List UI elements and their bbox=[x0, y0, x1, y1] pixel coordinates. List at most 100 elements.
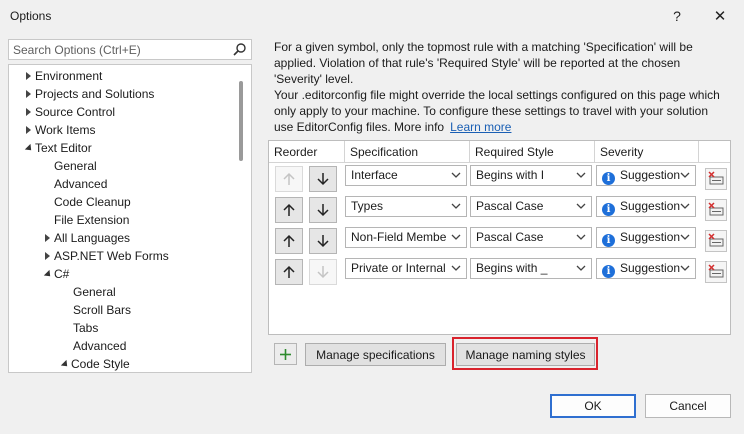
severity-combo[interactable]: i Suggestion bbox=[596, 258, 696, 279]
expand-right-icon[interactable] bbox=[23, 103, 33, 121]
expand-down-icon[interactable] bbox=[59, 355, 71, 372]
expand-down-icon[interactable] bbox=[42, 265, 54, 283]
tree-item-label: Environment bbox=[35, 69, 103, 83]
tree-item-label: C# bbox=[54, 267, 70, 281]
tree-item[interactable]: Scroll Bars bbox=[9, 301, 237, 319]
required-style-value: Begins with _ bbox=[476, 261, 548, 275]
arrow-up-icon bbox=[283, 203, 295, 216]
info-icon: i bbox=[602, 203, 615, 216]
arrow-down-icon bbox=[317, 235, 329, 248]
severity-text: Suggestion bbox=[620, 230, 681, 244]
expand-right-icon[interactable] bbox=[23, 121, 33, 139]
tree-item[interactable]: Projects and Solutions bbox=[9, 85, 237, 103]
learn-more-link[interactable]: Learn more bbox=[450, 120, 511, 134]
expand-right-icon[interactable] bbox=[42, 229, 52, 247]
tree-item[interactable]: C# bbox=[9, 265, 237, 283]
specification-value: Non-Field Members bbox=[351, 230, 447, 244]
search-input[interactable] bbox=[9, 40, 224, 59]
expand-right-icon[interactable] bbox=[23, 67, 33, 85]
tree-item[interactable]: Tabs bbox=[9, 319, 237, 337]
tree-item-label: Source Control bbox=[35, 105, 116, 119]
tree-item[interactable]: Advanced bbox=[9, 175, 237, 193]
tree-item[interactable]: General bbox=[9, 283, 237, 301]
required-style-combo[interactable]: Begins with _ bbox=[470, 258, 592, 279]
highlight-box bbox=[452, 337, 598, 370]
tree-item[interactable]: Source Control bbox=[9, 103, 237, 121]
required-style-combo[interactable]: Pascal Case bbox=[470, 227, 592, 248]
chevron-down-icon bbox=[576, 265, 586, 271]
header-remove bbox=[699, 141, 730, 163]
severity-combo[interactable]: i Suggestion bbox=[596, 196, 696, 217]
required-style-combo[interactable]: Begins with I bbox=[470, 165, 592, 186]
rule-description: For a given symbol, only the topmost rul… bbox=[274, 40, 693, 86]
move-down-button[interactable] bbox=[309, 197, 337, 223]
remove-rule-button[interactable] bbox=[705, 168, 727, 190]
options-tree[interactable]: Environment Projects and Solutions Source … bbox=[8, 64, 252, 373]
remove-rule-button[interactable] bbox=[705, 261, 727, 283]
required-style-value: Begins with I bbox=[476, 168, 545, 182]
tree-item-label: Code Cleanup bbox=[54, 195, 131, 209]
required-style-combo[interactable]: Pascal Case bbox=[470, 196, 592, 217]
remove-rule-button[interactable] bbox=[705, 230, 727, 252]
tree-item[interactable]: Work Items bbox=[9, 121, 237, 139]
required-style-value: Pascal Case bbox=[476, 230, 544, 244]
chevron-down-icon bbox=[451, 203, 461, 209]
tree-item-label: Tabs bbox=[73, 321, 99, 335]
chevron-down-icon bbox=[576, 234, 586, 240]
specification-combo[interactable]: Interface bbox=[345, 165, 467, 186]
add-rule-button[interactable] bbox=[274, 343, 297, 365]
tree-item-label: Code Style bbox=[71, 357, 130, 371]
chevron-down-icon bbox=[680, 203, 690, 209]
move-up-button[interactable] bbox=[275, 228, 303, 254]
specification-combo[interactable]: Private or Internal bbox=[345, 258, 467, 279]
tree-item[interactable]: Code Style bbox=[9, 355, 237, 372]
chevron-down-icon bbox=[451, 265, 461, 271]
move-down-button[interactable] bbox=[309, 166, 337, 192]
chevron-down-icon bbox=[680, 172, 690, 178]
remove-rule-button[interactable] bbox=[705, 199, 727, 221]
header-reorder: Reorder bbox=[269, 141, 345, 163]
severity-value: i Suggestion bbox=[602, 259, 682, 278]
move-up-button[interactable] bbox=[275, 259, 303, 285]
specification-combo[interactable]: Types bbox=[345, 196, 467, 217]
info-icon: i bbox=[602, 172, 615, 185]
chevron-down-icon bbox=[576, 203, 586, 209]
severity-combo[interactable]: i Suggestion bbox=[596, 227, 696, 248]
expand-right-icon[interactable] bbox=[23, 85, 33, 103]
expand-down-icon[interactable] bbox=[23, 139, 35, 157]
ok-button[interactable]: OK bbox=[550, 394, 636, 418]
move-up-button[interactable] bbox=[275, 166, 303, 192]
tree-item[interactable]: Environment bbox=[9, 67, 237, 85]
search-icon[interactable] bbox=[232, 42, 247, 57]
severity-value: i Suggestion bbox=[602, 197, 682, 216]
tree-item-label: Projects and Solutions bbox=[35, 87, 155, 101]
specification-combo[interactable]: Non-Field Members bbox=[345, 227, 467, 248]
move-up-button[interactable] bbox=[275, 197, 303, 223]
severity-combo[interactable]: i Suggestion bbox=[596, 165, 696, 186]
severity-value: i Suggestion bbox=[602, 166, 682, 185]
tree-item[interactable]: All Languages bbox=[9, 229, 237, 247]
tree-item[interactable]: Text Editor bbox=[9, 139, 237, 157]
info-icon: i bbox=[602, 265, 615, 278]
move-down-button[interactable] bbox=[309, 228, 337, 254]
search-box bbox=[8, 39, 252, 60]
info-icon: i bbox=[602, 234, 615, 247]
help-button[interactable]: ? bbox=[663, 4, 691, 28]
move-down-button[interactable] bbox=[309, 259, 337, 285]
close-button[interactable]: ✕ bbox=[706, 4, 734, 28]
manage-specifications-button[interactable]: Manage specifications bbox=[305, 343, 446, 366]
tree-item-label: General bbox=[73, 285, 116, 299]
table-row: Interface Begins with I i Suggestion bbox=[269, 164, 730, 195]
tree-item[interactable]: File Extension bbox=[9, 211, 237, 229]
expand-right-icon[interactable] bbox=[42, 247, 52, 265]
cancel-button[interactable]: Cancel bbox=[645, 394, 731, 418]
header-specification: Specification bbox=[345, 141, 470, 163]
table-row: Private or Internal Begins with _ i Suggest… bbox=[269, 257, 730, 288]
table-row: Types Pascal Case i Suggestion bbox=[269, 195, 730, 226]
tree-item[interactable]: ASP.NET Web Forms bbox=[9, 247, 237, 265]
tree-item[interactable]: Code Cleanup bbox=[9, 193, 237, 211]
tree-item[interactable]: General bbox=[9, 157, 237, 175]
tree-scrollbar-thumb[interactable] bbox=[239, 81, 243, 161]
tree-item[interactable]: Advanced bbox=[9, 337, 237, 355]
tree-item-label: Advanced bbox=[54, 177, 108, 191]
